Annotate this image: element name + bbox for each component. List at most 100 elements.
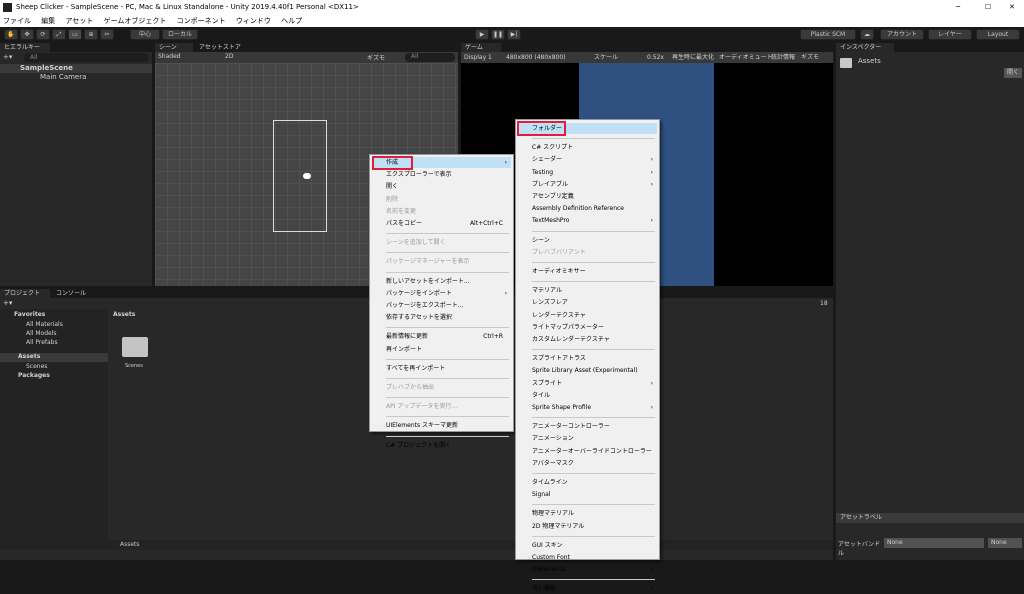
menu-item[interactable]: カスタムレンダーテクスチャ bbox=[518, 334, 657, 345]
menu-item[interactable]: 依存するアセットを選択 bbox=[372, 312, 511, 323]
stats-toggle[interactable]: 統計情報 bbox=[771, 52, 795, 63]
menu-item[interactable]: アニメーターコントローラー bbox=[518, 421, 657, 432]
asset-bundle-dropdown[interactable]: None bbox=[884, 538, 984, 548]
menu-item[interactable]: スプライト › bbox=[518, 378, 657, 389]
menu-item[interactable]: パッケージをインポート › bbox=[372, 288, 511, 299]
resolution-dropdown[interactable]: 480x800 (480x800) bbox=[506, 52, 566, 63]
menu-file[interactable]: ファイル bbox=[3, 17, 31, 25]
menu-assets[interactable]: アセット bbox=[65, 17, 93, 25]
menu-item[interactable]: アニメーション bbox=[518, 433, 657, 444]
tab-game[interactable]: ゲーム bbox=[461, 43, 501, 52]
menu-item[interactable]: オーディオミキサー bbox=[518, 266, 657, 277]
menu-help[interactable]: ヘルプ bbox=[281, 17, 302, 25]
minimize-button[interactable]: ─ bbox=[950, 0, 966, 15]
favorite-item[interactable]: All Materials bbox=[26, 321, 63, 328]
gizmos-dropdown[interactable]: ギズモ bbox=[367, 53, 385, 62]
menu-item[interactable]: 最新情報に更新 Ctrl+R bbox=[372, 331, 511, 342]
tab-console[interactable]: コンソール bbox=[52, 289, 92, 298]
menu-gameobject[interactable]: ゲームオブジェクト bbox=[104, 17, 167, 25]
layout-dropdown[interactable]: Layout bbox=[976, 29, 1020, 40]
menu-item[interactable]: ライトマップパラメーター bbox=[518, 322, 657, 333]
assets-folder-row[interactable]: Assets bbox=[0, 353, 108, 362]
move-tool-icon[interactable]: ✥ bbox=[20, 29, 34, 40]
menu-item[interactable]: GUI スキン bbox=[518, 540, 657, 551]
shading-mode-dropdown[interactable]: Shaded bbox=[158, 53, 181, 60]
menu-item[interactable]: レンダーテクスチャ bbox=[518, 310, 657, 321]
step-button[interactable]: ▶| bbox=[507, 29, 521, 40]
game-gizmos-dropdown[interactable]: ギズモ bbox=[801, 52, 819, 63]
display-dropdown[interactable]: Display 1 bbox=[464, 52, 492, 63]
transform-tool-icon[interactable]: ⊕ bbox=[84, 29, 98, 40]
menu-item[interactable]: Signal bbox=[518, 489, 657, 500]
scene-search[interactable]: All bbox=[405, 53, 455, 62]
menu-component[interactable]: コンポーネント bbox=[177, 17, 226, 25]
pause-button[interactable]: ❚❚ bbox=[491, 29, 505, 40]
menu-item[interactable]: タイル bbox=[518, 390, 657, 401]
menu-item[interactable]: Custom Font bbox=[518, 552, 657, 563]
menu-item[interactable]: 新しいアセットをインポート... bbox=[372, 276, 511, 287]
menu-item[interactable]: Sprite Shape Profile › bbox=[518, 402, 657, 413]
menu-item[interactable]: レンズフレア bbox=[518, 297, 657, 308]
add-icon[interactable]: +▾ bbox=[3, 53, 12, 61]
menu-edit[interactable]: 編集 bbox=[41, 17, 55, 25]
mute-audio-toggle[interactable]: オーディオミュート bbox=[719, 52, 773, 63]
asset-variant-dropdown[interactable]: None bbox=[988, 538, 1022, 548]
menu-item[interactable]: パスをコピー Alt+Ctrl+C bbox=[372, 218, 511, 229]
menu-item[interactable]: パッケージをエクスポート... bbox=[372, 300, 511, 311]
tab-inspector[interactable]: インスペクター bbox=[836, 43, 894, 52]
local-global-button[interactable]: ローカル bbox=[162, 29, 198, 40]
menu-item[interactable]: Assembly Definition Reference bbox=[518, 203, 657, 214]
menu-item[interactable]: スプライトアトラス bbox=[518, 353, 657, 364]
layers-dropdown[interactable]: レイヤー bbox=[928, 29, 972, 40]
rotate-tool-icon[interactable]: ⟳ bbox=[36, 29, 50, 40]
scale-tool-icon[interactable]: ⤢ bbox=[52, 29, 66, 40]
favorites-header[interactable]: Favorites bbox=[14, 311, 45, 318]
cloud-icon[interactable]: ☁ bbox=[860, 29, 874, 40]
menu-item[interactable]: 開く bbox=[372, 181, 511, 192]
maximize-button[interactable]: ☐ bbox=[980, 0, 996, 15]
menu-item[interactable]: 古い機能 › bbox=[518, 583, 657, 594]
menu-item[interactable]: アニメーターオーバーライドコントローラー bbox=[518, 446, 657, 457]
hierarchy-item-main-camera[interactable]: Main Camera bbox=[40, 73, 86, 82]
scenes-folder-icon[interactable] bbox=[122, 337, 148, 357]
menu-item[interactable]: TextMeshPro › bbox=[518, 215, 657, 226]
menu-item[interactable]: すべてを再インポート bbox=[372, 363, 511, 374]
project-breadcrumb[interactable]: Assets bbox=[113, 311, 135, 318]
menu-item[interactable]: アバターマスク bbox=[518, 458, 657, 469]
tab-scene[interactable]: シーン bbox=[155, 43, 193, 52]
menu-item[interactable]: アセンブリ定義 bbox=[518, 191, 657, 202]
tab-hierarchy[interactable]: ヒエラルキー bbox=[0, 43, 50, 52]
menu-item[interactable]: シェーダー › bbox=[518, 154, 657, 165]
scene-row[interactable]: SampleScene bbox=[0, 64, 152, 73]
menu-item[interactable]: 2D 物理マテリアル bbox=[518, 521, 657, 532]
favorite-item[interactable]: All Models bbox=[26, 330, 57, 337]
menu-item[interactable]: Sprite Library Asset (Experimental) bbox=[518, 365, 657, 376]
maximize-on-play-toggle[interactable]: 再生時に最大化 bbox=[672, 52, 714, 63]
pivot-center-button[interactable]: 中心 bbox=[130, 29, 160, 40]
hierarchy-search[interactable]: All bbox=[24, 53, 148, 62]
menu-item[interactable]: マテリアル bbox=[518, 285, 657, 296]
menu-item[interactable]: 再インポート bbox=[372, 344, 511, 355]
sheep-sprite[interactable] bbox=[303, 173, 311, 179]
hand-tool-icon[interactable]: ✋ bbox=[4, 29, 18, 40]
menu-item[interactable]: エクスプローラーで表示 bbox=[372, 169, 511, 180]
account-dropdown[interactable]: アカウント bbox=[880, 29, 924, 40]
custom-tool-icon[interactable]: ✂ bbox=[100, 29, 114, 40]
menu-item[interactable]: プレイアブル › bbox=[518, 179, 657, 190]
packages-folder[interactable]: Packages bbox=[18, 372, 50, 379]
menu-item[interactable]: C# プロジェクトを開く bbox=[372, 440, 511, 451]
menu-item[interactable]: 物理マテリアル bbox=[518, 508, 657, 519]
favorite-item[interactable]: All Prefabs bbox=[26, 339, 58, 346]
menu-window[interactable]: ウィンドウ bbox=[236, 17, 271, 25]
menu-item[interactable]: Testing › bbox=[518, 167, 657, 178]
create-icon[interactable]: +▾ bbox=[3, 299, 12, 307]
play-button[interactable]: ▶ bbox=[475, 29, 489, 40]
2d-toggle[interactable]: 2D bbox=[225, 53, 233, 60]
menu-item[interactable]: タイムライン bbox=[518, 477, 657, 488]
tab-asset-store[interactable]: アセットストア bbox=[195, 43, 251, 52]
menu-item[interactable]: UIElements › bbox=[518, 564, 657, 575]
close-button[interactable]: ✕ bbox=[1004, 0, 1020, 15]
menu-item[interactable]: シーン bbox=[518, 235, 657, 246]
rect-tool-icon[interactable]: ▭ bbox=[68, 29, 82, 40]
menu-item[interactable]: UIElements スキーマ更新 bbox=[372, 420, 511, 431]
